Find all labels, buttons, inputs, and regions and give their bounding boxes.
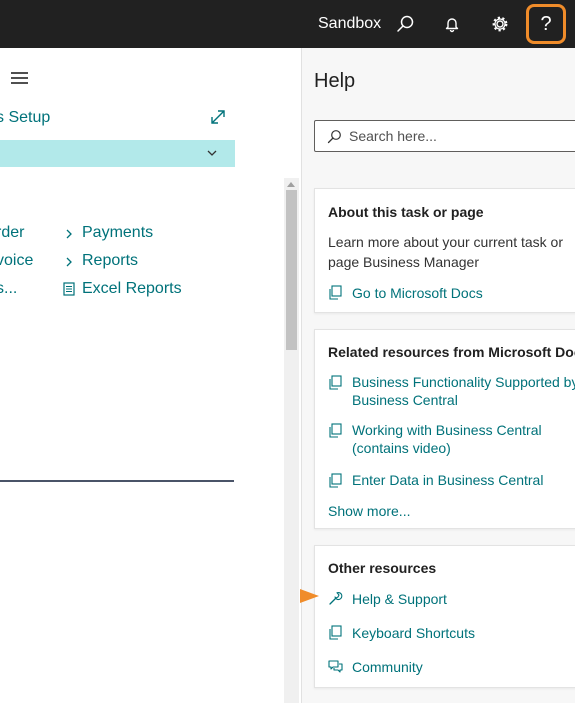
hamburger-menu-icon[interactable] <box>11 72 28 84</box>
about-card-text: Learn more about your current task or pa… <box>328 234 564 270</box>
excel-report-icon <box>63 282 75 296</box>
document-icon <box>328 375 343 390</box>
related-link-1[interactable]: Business Functionality Supported by Busi… <box>352 373 575 409</box>
search-icon[interactable] <box>393 12 417 36</box>
other-resources-card: Other resources Help & Support Keyboard … <box>314 545 575 688</box>
vertical-scrollbar[interactable] <box>284 178 299 703</box>
document-icon <box>328 423 343 438</box>
chevron-right-icon <box>64 255 74 267</box>
scrollbar-thumb[interactable] <box>286 190 297 350</box>
help-and-support-link[interactable]: Help & Support <box>352 590 575 608</box>
document-icon <box>328 285 343 300</box>
annotation-arrow <box>132 588 320 604</box>
gear-icon[interactable] <box>488 12 512 36</box>
about-card: About this task or page Learn more about… <box>314 188 575 313</box>
expand-icon[interactable] <box>209 108 227 126</box>
wrench-icon <box>328 591 343 606</box>
related-link-2[interactable]: Working with Business Central (contains … <box>352 421 575 457</box>
document-icon <box>328 473 343 488</box>
help-button[interactable]: ? <box>526 4 566 44</box>
related-card-title: Related resources from Microsoft Docs <box>328 344 575 360</box>
section-divider <box>0 480 234 482</box>
group-header-band[interactable] <box>0 140 235 167</box>
help-pane-title: Help <box>314 70 356 92</box>
link-order[interactable]: rder <box>0 223 24 243</box>
link-truncated[interactable]: s... <box>0 279 17 299</box>
link-excel-reports[interactable]: Excel Reports <box>82 279 182 299</box>
chevron-down-icon[interactable] <box>206 146 218 158</box>
help-pane: Help About this task or page Learn more … <box>301 48 575 703</box>
link-invoice[interactable]: voice <box>0 251 33 271</box>
other-card-title: Other resources <box>328 560 437 576</box>
chevron-right-icon <box>64 227 74 239</box>
help-search-input[interactable] <box>349 126 569 146</box>
help-icon: ? <box>540 12 552 35</box>
top-bar: Sandbox ? <box>0 0 575 48</box>
about-card-title: About this task or page <box>328 204 484 220</box>
scroll-up-arrow-icon[interactable] <box>287 182 295 187</box>
link-reports[interactable]: Reports <box>82 251 138 271</box>
bell-icon[interactable] <box>440 12 464 36</box>
environment-name: Sandbox <box>318 15 382 32</box>
go-to-microsoft-docs-link[interactable]: Go to Microsoft Docs <box>352 284 575 302</box>
search-icon <box>327 129 342 144</box>
chat-bubble-icon <box>328 659 343 674</box>
help-search-box[interactable] <box>314 120 575 152</box>
community-link[interactable]: Community <box>352 658 575 676</box>
related-link-3[interactable]: Enter Data in Business Central <box>352 471 575 489</box>
show-more-link[interactable]: Show more... <box>328 503 410 519</box>
setup-title-link[interactable]: s Setup <box>0 109 50 127</box>
related-resources-card: Related resources from Microsoft Docs Bu… <box>314 329 575 529</box>
role-center-pane: s Setup rder voice s... Payments Reports… <box>0 48 300 703</box>
link-payments[interactable]: Payments <box>82 223 153 243</box>
document-icon <box>328 625 343 640</box>
keyboard-shortcuts-link[interactable]: Keyboard Shortcuts <box>352 624 575 642</box>
